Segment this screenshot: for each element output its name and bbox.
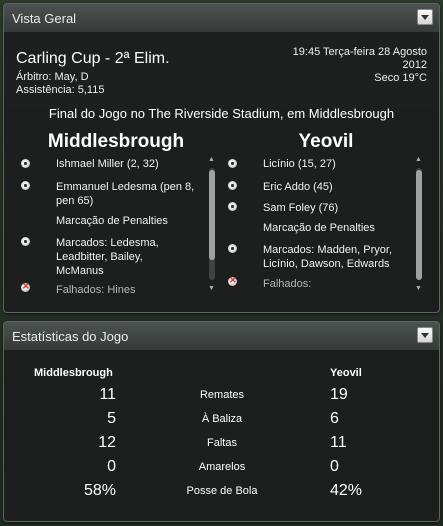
venue-label: Final do Jogo no The Riverside Stadium, … [48, 106, 395, 121]
stat-away-value: 42% [330, 482, 363, 499]
home-team-name: Middlesbrough [47, 131, 185, 152]
overview-header: Vista Geral [4, 4, 439, 33]
stat-label: Remates [199, 389, 245, 401]
home-pen-scored-2: Leadbitter, Bailey, [56, 251, 143, 263]
home-goal-2: Emmanuel Ledesma (pen 8, [56, 181, 195, 193]
stat-home-value: 5 [107, 410, 116, 427]
competition-name: Carling Cup - 2ª Elim. [16, 50, 170, 67]
stats-away-team: Yeovil [330, 367, 362, 379]
scroll-down-icon[interactable]: ▼ [415, 285, 422, 292]
overview-collapse-button[interactable] [417, 9, 433, 25]
scroll-up-icon[interactable]: ▲ [415, 156, 422, 163]
away-pen-scored-2: Licínio, Dawson, Edwards [263, 258, 390, 270]
home-goal-2-cont: pen 65) [56, 195, 94, 207]
away-penalties-title: Marcação de Penalties [263, 222, 375, 234]
stat-home-value: 11 [99, 386, 116, 403]
stat-away-value: 11 [330, 434, 347, 451]
home-pen-scored-3: McManus [56, 265, 104, 277]
overview-panel: Vista Geral Carling Cup - 2ª Elim. Árbit… [3, 3, 440, 313]
goal-ball-icon [21, 181, 30, 190]
home-goal-1: Ishmael Miller (2, 32) [56, 158, 159, 170]
penalty-scored-icon [228, 244, 237, 253]
penalty-scored-icon [21, 237, 30, 246]
stats-header: Estatísticas do Jogo [4, 322, 439, 351]
away-goal-2: Eric Addo (45) [263, 181, 333, 193]
match-datetime: 19:45 Terça-feira 28 Agosto [292, 46, 427, 58]
goal-ball-icon [228, 159, 237, 168]
penalty-missed-icon [21, 281, 30, 292]
away-goal-3: Sam Foley (76) [263, 202, 339, 214]
stats-home-team: Middlesbrough [34, 367, 113, 379]
match-stats-panel: Estatísticas do Jogo Middlesbrough Yeovi… [3, 321, 440, 522]
scroll-up-icon[interactable]: ▲ [208, 156, 215, 163]
home-pen-missed: Falhados: Hines [56, 284, 136, 296]
away-events-scrollbar[interactable]: ▲ ▼ [415, 156, 422, 292]
overview-title: Vista Geral [12, 11, 77, 26]
goal-ball-icon [228, 181, 237, 190]
attendance-label: Assistência: 5,115 [16, 84, 105, 96]
away-pen-scored-1: Marcados: Madden, Pryor, [263, 244, 393, 256]
scroll-thumb[interactable] [209, 170, 215, 260]
penalty-missed-icon [228, 275, 237, 286]
away-pen-missed: Falhados: [263, 278, 312, 290]
stat-label: Faltas [207, 437, 237, 449]
weather-label: Seco 19°C [374, 72, 427, 84]
stat-label: Posse de Bola [186, 485, 258, 497]
home-events-scrollbar[interactable]: ▲ ▼ [208, 156, 215, 292]
scroll-down-icon[interactable]: ▼ [208, 285, 215, 292]
match-year: 2012 [402, 59, 427, 71]
stats-title: Estatísticas do Jogo [12, 329, 129, 344]
stat-home-value: 12 [98, 434, 116, 451]
referee-label: Árbitro: May, D [16, 71, 89, 83]
away-goal-1: Licínio (15, 27) [263, 158, 336, 170]
home-penalties-title: Marcação de Penalties [56, 215, 168, 227]
stat-label: À Baliza [201, 413, 243, 425]
stat-home-value: 58% [83, 482, 116, 499]
home-pen-scored-1: Marcados: Ledesma, [56, 237, 159, 249]
stats-collapse-button[interactable] [417, 327, 433, 343]
goal-ball-icon [21, 159, 30, 168]
away-team-name: Yeovil [298, 131, 354, 152]
stat-home-value: 0 [107, 458, 116, 475]
stat-away-value: 0 [330, 458, 339, 475]
stat-away-value: 6 [330, 410, 339, 427]
stat-label: Amarelos [198, 461, 246, 473]
scroll-thumb[interactable] [416, 170, 422, 280]
stat-away-value: 19 [330, 386, 348, 403]
goal-ball-icon [228, 202, 237, 211]
